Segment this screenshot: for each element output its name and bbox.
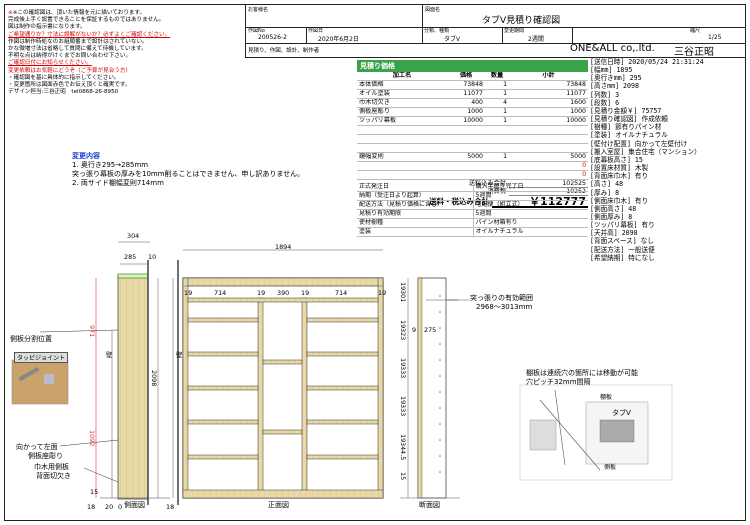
tappy-joint-photo — [11, 359, 69, 405]
side-view-board — [117, 274, 149, 500]
section-view — [417, 277, 447, 499]
technical-drawing — [11, 241, 673, 505]
